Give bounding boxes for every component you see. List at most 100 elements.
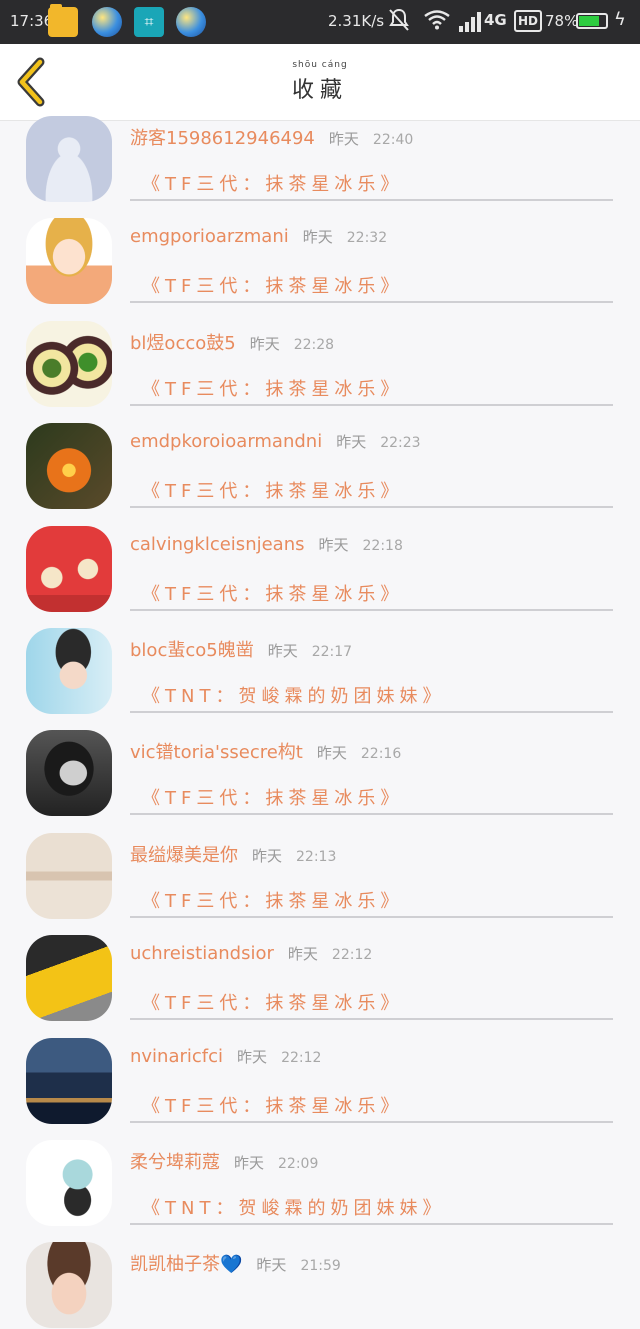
username: emdpkoroioarmandni: [130, 431, 323, 453]
hd-badge: HD: [514, 10, 543, 32]
list-item-7[interactable]: 最缢爆美是你 昨天 22:13 《TF三代：抹茶星冰乐》: [0, 817, 640, 919]
boy-face-avatar[interactable]: [26, 1242, 112, 1329]
divider: [130, 915, 613, 918]
list-item-6[interactable]: vic镨toria'ssecre构t 昨天 22:16 《TF三代：抹茶星冰乐》: [0, 714, 640, 817]
text-card-avatar[interactable]: [26, 832, 112, 919]
net-speed: 2.31K/s: [328, 12, 385, 30]
signal-icon: [459, 12, 481, 32]
item-date: 昨天: [302, 228, 333, 247]
item-header: nvinaricfci 昨天 22:12: [130, 1046, 321, 1067]
username: bloc蜚co5魄凿: [130, 639, 254, 661]
list-item-8[interactable]: uchreistiandsior 昨天 22:12 《TF三代：抹茶星冰乐》: [0, 919, 640, 1022]
list-item-10[interactable]: 柔兮埤莉蔻 昨天 22:09 《TNT：贺峻霖的奶团妹妹》: [0, 1124, 640, 1226]
favorite-title[interactable]: 《TF三代：抹茶星冰乐》: [142, 272, 403, 298]
favorite-title[interactable]: 《TF三代：抹茶星冰乐》: [142, 1092, 403, 1118]
item-date: 昨天: [328, 130, 359, 148]
anime-boy-avatar[interactable]: [26, 218, 112, 305]
favorite-title[interactable]: 《TF三代：抹茶星冰乐》: [142, 375, 403, 401]
item-time: 21:59: [300, 1258, 341, 1275]
mute-bell-icon: [388, 8, 410, 38]
username: 凯凯柚子茶💙: [130, 1254, 243, 1276]
favorite-title[interactable]: 《TF三代：抹茶星冰乐》: [142, 170, 403, 196]
list-item-3[interactable]: emdpkoroioarmandni 昨天 22:23 《TF三代：抹茶星冰乐》: [0, 407, 640, 510]
item-time: 22:32: [346, 230, 388, 247]
item-header: 游客1598612946494 昨天 22:40: [130, 124, 413, 150]
divider: [130, 506, 613, 509]
item-date: 昨天: [267, 641, 298, 660]
city-avatar[interactable]: [26, 1037, 112, 1124]
username: nvinaricfci: [130, 1045, 224, 1067]
item-time: 22:13: [296, 848, 337, 865]
divider: [130, 813, 613, 816]
list-item-2[interactable]: bl煜occo鼓5 昨天 22:28 《TF三代：抹茶星冰乐》: [0, 305, 640, 407]
divider: [130, 710, 613, 713]
item-time: 22:09: [278, 1155, 319, 1172]
username: uchreistiandsior: [130, 943, 274, 965]
list-item-5[interactable]: bloc蜚co5魄凿 昨天 22:17 《TNT：贺峻霖的奶团妹妹》: [0, 612, 640, 714]
app-orb-icon: [92, 7, 122, 37]
username: 柔兮埤莉蔻: [130, 1151, 220, 1173]
favorites-list[interactable]: 游客1598612946494 昨天 22:40 《TF三代：抹茶星冰乐》 emgp…: [0, 100, 640, 1329]
favorite-title[interactable]: 《TNT：贺峻霖的奶团妹妹》: [142, 682, 445, 708]
page-title: shōu cáng 收藏: [270, 60, 370, 104]
username: vic镨toria'ssecre构t: [130, 742, 303, 764]
divider: [130, 199, 613, 201]
chibi-avatar[interactable]: [26, 1139, 112, 1226]
item-date: 昨天: [336, 433, 367, 452]
taxi-avatar[interactable]: [26, 935, 112, 1022]
battery-level: [579, 16, 600, 26]
favorite-title[interactable]: 《TF三代：抹茶星冰乐》: [142, 784, 403, 810]
favorite-title[interactable]: 《TF三代：抹茶星冰乐》: [142, 477, 403, 503]
default-avatar[interactable]: [26, 116, 112, 202]
item-header: 最缢爆美是你 昨天 22:13: [130, 841, 336, 867]
list-item-4[interactable]: calvingklceisnjeans 昨天 22:18 《TF三代：抹茶星冰乐》: [0, 510, 640, 612]
item-time: 22:18: [362, 537, 403, 554]
list-item-1[interactable]: emgporioarzmani 昨天 22:32 《TF三代：抹茶星冰乐》: [0, 202, 640, 305]
favorite-title[interactable]: 《TF三代：抹茶星冰乐》: [142, 887, 403, 913]
list-item-11[interactable]: 凯凯柚子茶💙 昨天 21:59: [0, 1226, 640, 1329]
app-orb-icon: [176, 7, 206, 37]
username: calvingklceisnjeans: [130, 533, 305, 555]
battery-icon: [576, 13, 608, 29]
girl-bw-avatar[interactable]: [26, 730, 112, 817]
item-date: 昨天: [237, 1047, 268, 1066]
favorite-title[interactable]: 《TF三代：抹茶星冰乐》: [142, 580, 403, 606]
item-header: 凯凯柚子茶💙 昨天 21:59: [130, 1250, 341, 1276]
favorite-title[interactable]: 《TNT：贺峻霖的奶团妹妹》: [142, 1194, 445, 1220]
divider: [130, 1120, 613, 1123]
item-header: calvingklceisnjeans 昨天 22:18: [130, 534, 403, 555]
list-item-9[interactable]: nvinaricfci 昨天 22:12 《TF三代：抹茶星冰乐》: [0, 1022, 640, 1124]
item-time: 22:12: [331, 947, 373, 964]
list-item-0[interactable]: 游客1598612946494 昨天 22:40 《TF三代：抹茶星冰乐》: [0, 100, 640, 202]
item-date: 昨天: [318, 535, 349, 554]
scan-icon: ⌗: [134, 7, 164, 37]
username: emgporioarzmani: [130, 226, 289, 248]
item-header: 柔兮埤莉蔻 昨天 22:09: [130, 1148, 318, 1174]
username: 游客1598612946494: [130, 128, 315, 149]
item-time: 22:16: [360, 746, 402, 763]
boy-hat-avatar[interactable]: [26, 627, 112, 714]
item-time: 22:28: [293, 336, 335, 353]
username: 最缢爆美是你: [130, 844, 238, 866]
item-date: 昨天: [256, 1256, 287, 1275]
drink-cups-avatar[interactable]: [26, 320, 112, 407]
item-date: 昨天: [316, 744, 347, 763]
pumpkin-avatar[interactable]: [26, 423, 112, 510]
red-envelopes-avatar[interactable]: [26, 525, 112, 612]
divider: [130, 1018, 613, 1021]
item-date: 昨天: [287, 945, 318, 964]
title-pinyin: shōu cáng: [292, 60, 348, 70]
item-header: bloc蜚co5魄凿 昨天 22:17: [130, 636, 352, 662]
item-time: 22:17: [311, 643, 353, 660]
divider: [130, 301, 613, 304]
favorite-title[interactable]: 《TF三代：抹茶星冰乐》: [142, 989, 403, 1015]
item-header: bl煜occo鼓5 昨天 22:28: [130, 329, 334, 355]
charging-icon: ϟ: [614, 9, 626, 30]
username: bl煜occo鼓5: [130, 332, 236, 354]
divider: [130, 1222, 613, 1225]
wifi-icon: [424, 10, 450, 30]
status-bar: 17:36 ⌗ 2.31K/s 4G HD 78% ϟ: [0, 0, 640, 44]
item-date: 昨天: [252, 846, 283, 865]
item-header: vic镨toria'ssecre构t 昨天 22:16: [130, 738, 401, 764]
status-time: 17:36: [10, 12, 54, 30]
